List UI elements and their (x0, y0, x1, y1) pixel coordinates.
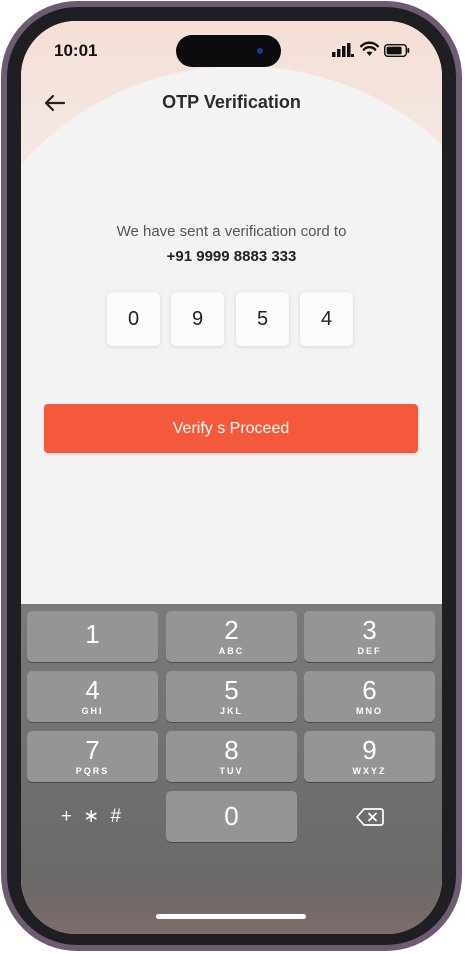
otp-digit-3[interactable]: 5 (236, 292, 289, 346)
dynamic-island (176, 35, 281, 67)
status-time: 10:01 (54, 41, 98, 60)
otp-digit-4[interactable]: 4 (300, 292, 353, 346)
key-4[interactable]: 4 GHI (27, 671, 158, 722)
key-letters: ABC (218, 646, 245, 656)
key-digit: 8 (224, 735, 239, 765)
key-letters: MNO (356, 706, 383, 716)
verify-proceed-button[interactable]: Verify s Proceed (44, 404, 418, 453)
wifi-icon (360, 41, 379, 56)
key-digit: 5 (224, 675, 239, 705)
key-digit: 1 (85, 619, 100, 649)
camera-dot (257, 48, 263, 54)
key-5[interactable]: 5 JKL (166, 671, 297, 722)
key-1[interactable]: 1 (27, 611, 158, 662)
key-letters: GHI (81, 706, 104, 716)
delete-key[interactable] (304, 791, 435, 842)
key-digit: 0 (224, 801, 239, 831)
backspace-icon (355, 807, 384, 826)
phone-number: +91 9999 8883 333 (166, 248, 297, 265)
signal-icon (332, 43, 354, 57)
key-letters: WXYZ (352, 766, 387, 776)
key-digit: 2 (224, 615, 239, 645)
symbols-label: + ∗ # (60, 806, 125, 827)
key-digit: 3 (362, 615, 377, 645)
key-letters: JKL (219, 706, 243, 716)
otp-digit-2[interactable]: 9 (171, 292, 224, 346)
key-7[interactable]: 7 PQRS (27, 731, 158, 782)
key-digit: 6 (362, 675, 377, 705)
key-6[interactable]: 6 MNO (304, 671, 435, 722)
key-letters: TUV (219, 766, 244, 776)
key-letters: DEF (357, 646, 382, 656)
home-indicator[interactable] (156, 914, 306, 919)
battery-icon (384, 44, 410, 57)
header: OTP Verification (21, 81, 442, 125)
page-title: OTP Verification (162, 92, 301, 112)
numeric-keypad: 1 2 ABC 3 DEF 4 GHI 5 JKL 6 MNO 7 PQRS 8 (21, 604, 442, 934)
key-8[interactable]: 8 TUV (166, 731, 297, 782)
key-9[interactable]: 9 WXYZ (304, 731, 435, 782)
key-digit: 9 (362, 735, 377, 765)
key-letters: PQRS (75, 766, 110, 776)
key-0[interactable]: 0 (166, 791, 297, 842)
status-bar: 10:01 (21, 21, 442, 76)
key-digit: 7 (85, 735, 100, 765)
key-2[interactable]: 2 ABC (166, 611, 297, 662)
key-3[interactable]: 3 DEF (304, 611, 435, 662)
background-arc (21, 66, 442, 586)
otp-digit-1[interactable]: 0 (107, 292, 160, 346)
screen: 10:01 OTP Verification We have sent a ve… (21, 21, 442, 934)
verification-message: We have sent a verification cord to (116, 223, 347, 240)
status-icons (332, 41, 412, 59)
key-digit: 4 (85, 675, 100, 705)
key-symbols[interactable]: + ∗ # (27, 791, 158, 842)
